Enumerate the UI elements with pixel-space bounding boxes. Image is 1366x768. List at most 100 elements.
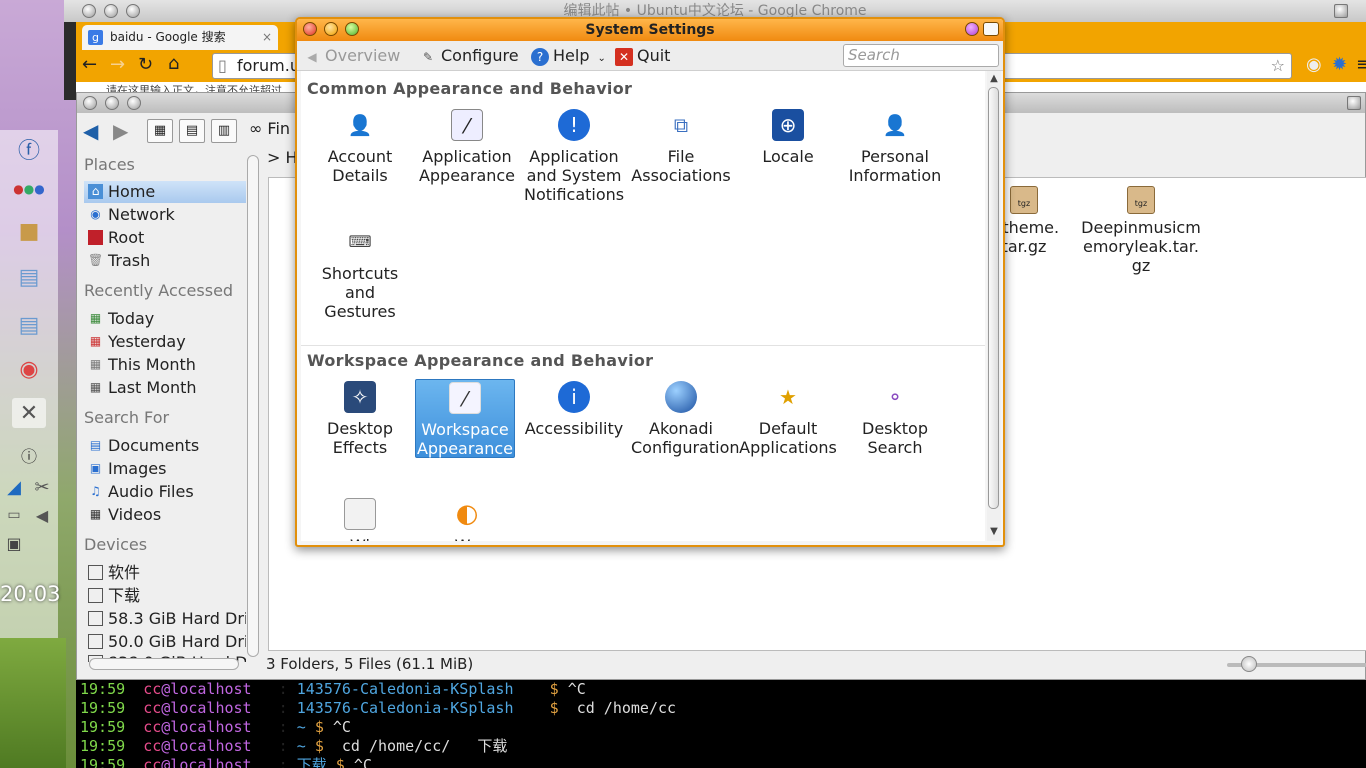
module-accessibility[interactable]: i Accessibility <box>524 379 624 438</box>
scissors-icon[interactable]: ✂ <box>30 472 54 502</box>
module-account-details[interactable]: 👤 Account Details <box>310 107 410 185</box>
scroll-thumb[interactable] <box>988 87 999 509</box>
ss-maximize-button[interactable] <box>345 22 359 36</box>
module-default-applications[interactable]: ★ Default Applications <box>738 379 838 457</box>
recent-last-month[interactable]: ▦ Last Month <box>84 377 246 399</box>
module-label: Personal Information <box>848 147 942 185</box>
network-icon[interactable]: ◢ <box>2 472 26 502</box>
module-akonadi[interactable]: Akonadi Configuration <box>631 379 740 457</box>
details-view-button[interactable]: ▤ <box>179 119 205 143</box>
dots-icon[interactable]: ● ● ● <box>12 174 46 204</box>
chrome-close-button[interactable] <box>82 4 96 18</box>
ss-keep-above-button[interactable] <box>983 22 999 36</box>
settings-scrollbar[interactable]: ▲ ▼ <box>987 71 1001 541</box>
module-file-associations[interactable]: ⧉ File Associations <box>631 107 731 185</box>
reload-icon[interactable]: ↻ <box>138 54 153 75</box>
module-label: File Associations <box>631 147 731 185</box>
search-audio[interactable]: ♫ Audio Files <box>84 481 246 503</box>
module-notifications[interactable]: ! Application and System Notifications <box>524 107 624 204</box>
ss-minimize-button[interactable] <box>324 22 338 36</box>
terminal-line: 19:59 cc@localhost : 143576-Caledonia-KS… <box>80 699 677 717</box>
forward-icon[interactable]: → <box>110 54 125 75</box>
places-scrollbar[interactable] <box>247 155 259 657</box>
settings-tools-icon[interactable]: ✕ <box>12 398 46 428</box>
find-button[interactable]: ∞ Fin <box>249 119 290 138</box>
terminal[interactable]: 19:59 cc@localhost : 143576-Caledonia-KS… <box>76 680 1366 768</box>
ss-shade-button[interactable] <box>965 22 979 36</box>
fedora-icon[interactable]: ⓕ <box>12 134 46 164</box>
help-label: Help <box>553 46 590 65</box>
places-horizontal-scrollbar[interactable] <box>89 658 239 670</box>
fm-minimize-button[interactable] <box>105 96 119 110</box>
back-icon[interactable]: ← <box>82 54 97 75</box>
device-item[interactable]: 58.3 GiB Hard Drive <box>84 608 246 630</box>
search-images[interactable]: ▣ Images <box>84 458 246 480</box>
chrome-icon[interactable]: ◉ <box>12 354 46 384</box>
zoom-slider-handle[interactable] <box>1241 656 1257 672</box>
desktop-search-icon: ⚬ <box>886 385 904 409</box>
extension-icon[interactable]: ◉ <box>1306 54 1322 75</box>
device-item[interactable]: 软件 <box>84 562 246 584</box>
search-input[interactable]: Search <box>843 44 999 67</box>
settings-gear-icon[interactable]: ✹ <box>1332 54 1347 75</box>
overview-button[interactable]: ◀ Overview <box>303 45 400 67</box>
module-desktop-search[interactable]: ⚬ Desktop Search <box>845 379 945 457</box>
module-workspace-appearance[interactable]: ⁄ Workspace Appearance <box>415 379 515 458</box>
find-label: Fin <box>267 119 291 138</box>
recent-label: This Month <box>108 355 196 374</box>
printer-icon[interactable]: ▣ <box>2 528 26 558</box>
device-item[interactable]: 下载 <box>84 585 246 607</box>
module-workspace[interactable]: ◐ Wo <box>417 496 517 541</box>
ss-close-button[interactable] <box>303 22 317 36</box>
configure-button[interactable]: ✎ Configure <box>419 45 519 67</box>
info-icon[interactable]: ⓘ <box>12 440 46 470</box>
recent-today[interactable]: ▦ Today <box>84 308 246 330</box>
drive-icon <box>88 634 103 649</box>
module-desktop-effects[interactable]: ✧ Desktop Effects <box>310 379 410 457</box>
fm-restore-button[interactable] <box>1347 96 1361 110</box>
place-home[interactable]: ⌂ Home <box>84 181 246 203</box>
place-network[interactable]: ◉ Network <box>84 204 246 226</box>
search-videos[interactable]: ▦ Videos <box>84 504 246 526</box>
fm-close-button[interactable] <box>83 96 97 110</box>
volume-icon[interactable]: ◀ <box>30 500 54 530</box>
document-icon-2[interactable]: ▤ <box>12 310 46 340</box>
module-window-behavior[interactable]: Wi <box>310 496 410 541</box>
home-icon[interactable]: ⌂ <box>168 53 179 74</box>
search-documents[interactable]: ▤ Documents <box>84 435 246 457</box>
fm-maximize-button[interactable] <box>127 96 141 110</box>
recent-this-month[interactable]: ▦ This Month <box>84 354 246 376</box>
quit-button[interactable]: ✕ Quit <box>615 45 670 67</box>
icons-view-button[interactable]: ▦ <box>147 119 173 143</box>
file-item[interactable]: tgz Deepinmusicm emoryleak.tar. gz <box>1081 186 1201 275</box>
scroll-down-icon[interactable]: ▼ <box>987 526 1001 537</box>
recent-yesterday[interactable]: ▦ Yesterday <box>84 331 246 353</box>
chrome-tab[interactable]: g baidu - Google 搜索 × <box>82 25 278 50</box>
module-locale[interactable]: ⊕ Locale <box>738 107 838 166</box>
help-dropdown-icon[interactable]: ⌄ <box>597 53 605 64</box>
device-item[interactable]: 50.0 GiB Hard Drive <box>84 631 246 653</box>
module-personal-information[interactable]: 👤 Personal Information <box>845 107 945 185</box>
module-application-appearance[interactable]: ⁄ Application Appearance <box>417 107 517 185</box>
calendar-icon: ▦ <box>89 334 102 348</box>
chrome-maximize-button[interactable] <box>126 4 140 18</box>
back-arrow-icon[interactable]: ◀ <box>83 119 98 143</box>
module-shortcuts-gestures[interactable]: ⌨ Shortcuts and Gestures <box>310 224 410 321</box>
place-root[interactable]: Root <box>84 227 246 249</box>
scroll-up-icon[interactable]: ▲ <box>987 73 1001 84</box>
chrome-minimize-button[interactable] <box>104 4 118 18</box>
chrome-restore-button[interactable] <box>1334 4 1348 18</box>
columns-view-button[interactable]: ▥ <box>211 119 237 143</box>
tab-close-icon[interactable]: × <box>262 25 272 50</box>
audio-icon: ♫ <box>90 484 101 498</box>
package-icon[interactable]: ■ <box>12 216 46 246</box>
bookmark-star-icon[interactable]: ☆ <box>1271 54 1285 78</box>
application-appearance-icon: ⁄ <box>451 109 483 141</box>
help-button[interactable]: ? Help ⌄ <box>531 45 606 70</box>
document-icon[interactable]: ▤ <box>12 262 46 292</box>
menu-icon[interactable]: ≡ <box>1356 54 1366 75</box>
forward-arrow-icon[interactable]: ▶ <box>113 119 128 143</box>
trash-icon: 🗑 <box>88 253 104 267</box>
place-trash[interactable]: 🗑 Trash <box>84 250 246 272</box>
battery-icon[interactable]: ▭ <box>2 500 26 530</box>
